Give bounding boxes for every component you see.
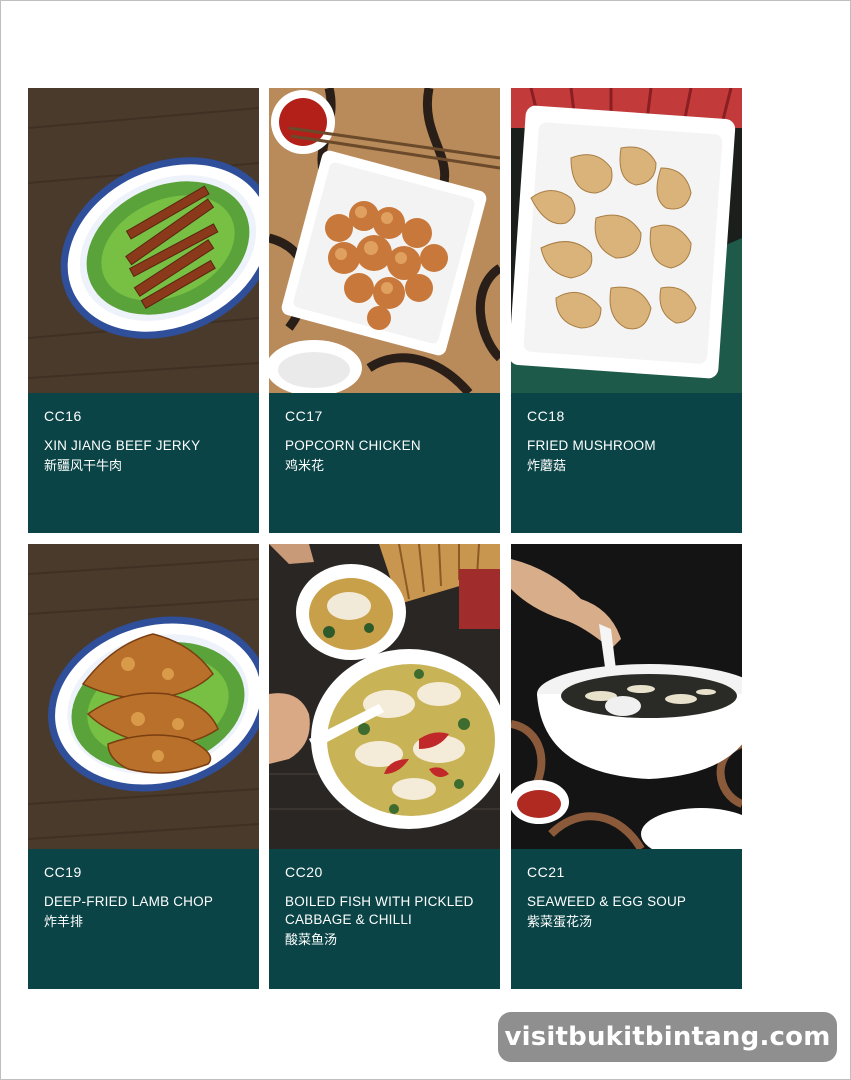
seaweed-soup-photo xyxy=(511,544,742,849)
item-name: FRIED MUSHROOM xyxy=(527,438,656,453)
item-code: CC18 xyxy=(527,408,565,424)
menu-card-cc16[interactable]: CC16 XIN JIANG BEEF JERKY 新疆风干牛肉 xyxy=(28,88,259,533)
item-name-chinese: 鸡米花 xyxy=(285,459,325,474)
item-name-chinese: 新疆风干牛肉 xyxy=(44,459,123,474)
fried-mushroom-photo xyxy=(511,88,742,393)
item-code: CC20 xyxy=(285,864,323,880)
item-name: DEEP-FRIED LAMB CHOP xyxy=(44,894,214,909)
menu-card-cc21[interactable]: CC21 SEAWEED & EGG SOUP 紫菜蛋花汤 xyxy=(511,544,742,989)
item-code: CC17 xyxy=(285,408,323,424)
item-name-chinese: 酸菜鱼汤 xyxy=(285,933,338,948)
item-name: XIN JIANG BEEF JERKY xyxy=(44,438,201,453)
item-name-chinese: 紫菜蛋花汤 xyxy=(527,915,593,930)
item-code: CC21 xyxy=(527,864,565,880)
item-name-chinese: 炸蘑菇 xyxy=(527,459,567,474)
lamb-chop-photo xyxy=(28,544,259,849)
item-name-chinese: 炸羊排 xyxy=(44,915,84,930)
item-name: BOILED FISH WITH PICKLED CABBAGE & CHILL… xyxy=(285,894,474,927)
item-code: CC16 xyxy=(44,408,82,424)
item-name: SEAWEED & EGG SOUP xyxy=(527,894,687,909)
beef-jerky-photo xyxy=(28,88,259,393)
item-code: CC19 xyxy=(44,864,82,880)
menu-card-cc17[interactable]: CC17 POPCORN CHICKEN 鸡米花 xyxy=(269,88,500,533)
popcorn-chicken-photo xyxy=(269,88,500,393)
menu-card-cc20[interactable]: CC20 BOILED FISH WITH PICKLED CABBAGE & … xyxy=(269,544,500,989)
boiled-fish-photo xyxy=(269,544,500,849)
menu-card-cc18[interactable]: CC18 FRIED MUSHROOM 炸蘑菇 xyxy=(511,88,742,533)
item-name: POPCORN CHICKEN xyxy=(285,438,421,453)
site-watermark: visitbukitbintang.com xyxy=(498,1012,837,1062)
menu-card-cc19[interactable]: CC19 DEEP-FRIED LAMB CHOP 炸羊排 xyxy=(28,544,259,989)
